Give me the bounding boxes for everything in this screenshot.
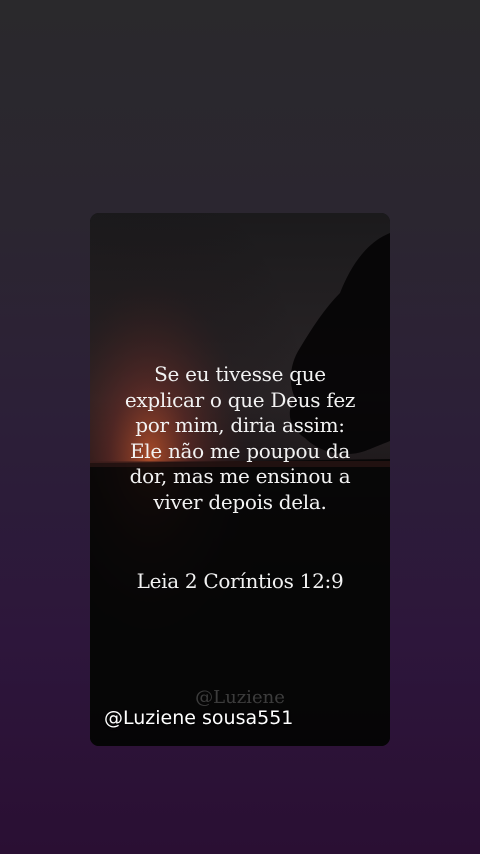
- verse-quote-text: Se eu tivesse que explicar o que Deus fe…: [124, 362, 356, 514]
- author-watermark: @Luziene: [195, 687, 285, 708]
- user-handle-label[interactable]: @Luziene sousa551: [104, 707, 293, 729]
- bible-reference: Leia 2 Coríntios 12:9: [136, 569, 344, 593]
- post-card: Se eu tivesse que explicar o que Deus fe…: [90, 213, 390, 746]
